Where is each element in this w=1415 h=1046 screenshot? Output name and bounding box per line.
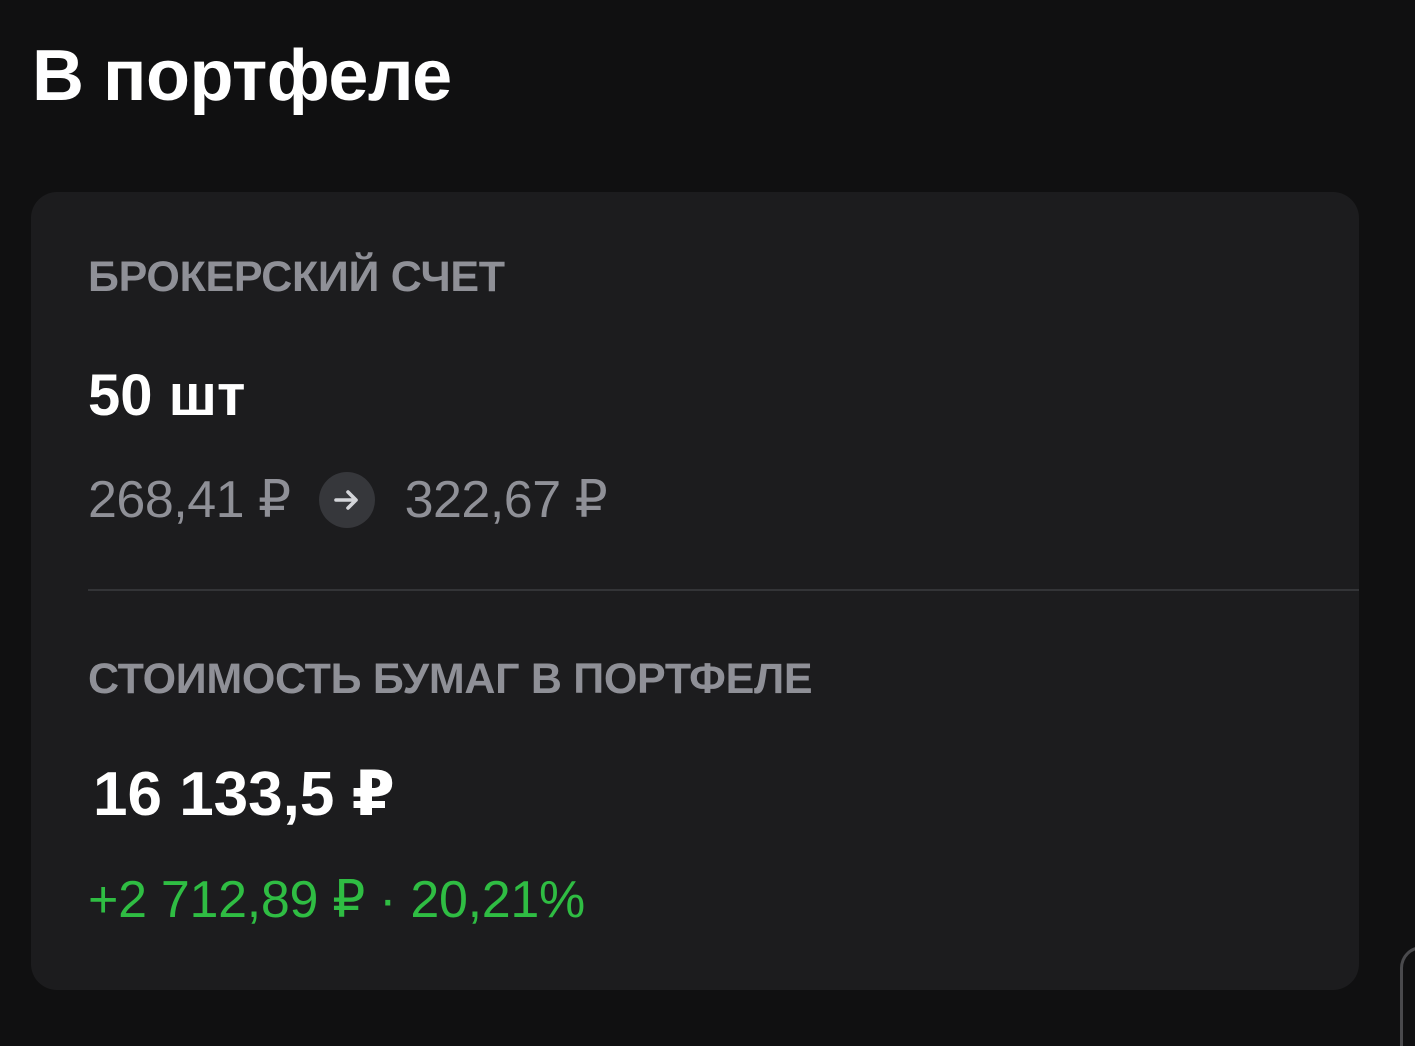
profit-change: +2 712,89 ₽ · 20,21% — [88, 871, 585, 929]
divider — [88, 589, 1359, 591]
next-card-edge — [1400, 946, 1415, 1046]
portfolio-value-label: СТОИМОСТЬ БУМАГ В ПОРТФЕЛЕ — [88, 655, 813, 703]
portfolio-total-value: 16 133,5 ₽ — [93, 760, 395, 829]
account-type-label: БРОКЕРСКИЙ СЧЕТ — [88, 253, 505, 301]
portfolio-card: БРОКЕРСКИЙ СЧЕТ 50 шт 268,41 ₽ 322,67 ₽ … — [31, 192, 1359, 990]
average-buy-price: 268,41 ₽ — [88, 471, 291, 529]
price-change-row: 268,41 ₽ 322,67 ₽ — [88, 468, 608, 532]
quantity-value: 50 шт — [88, 363, 246, 428]
page-title: В портфеле — [32, 36, 452, 116]
current-price: 322,67 ₽ — [404, 471, 608, 529]
arrow-right-icon — [318, 472, 375, 528]
